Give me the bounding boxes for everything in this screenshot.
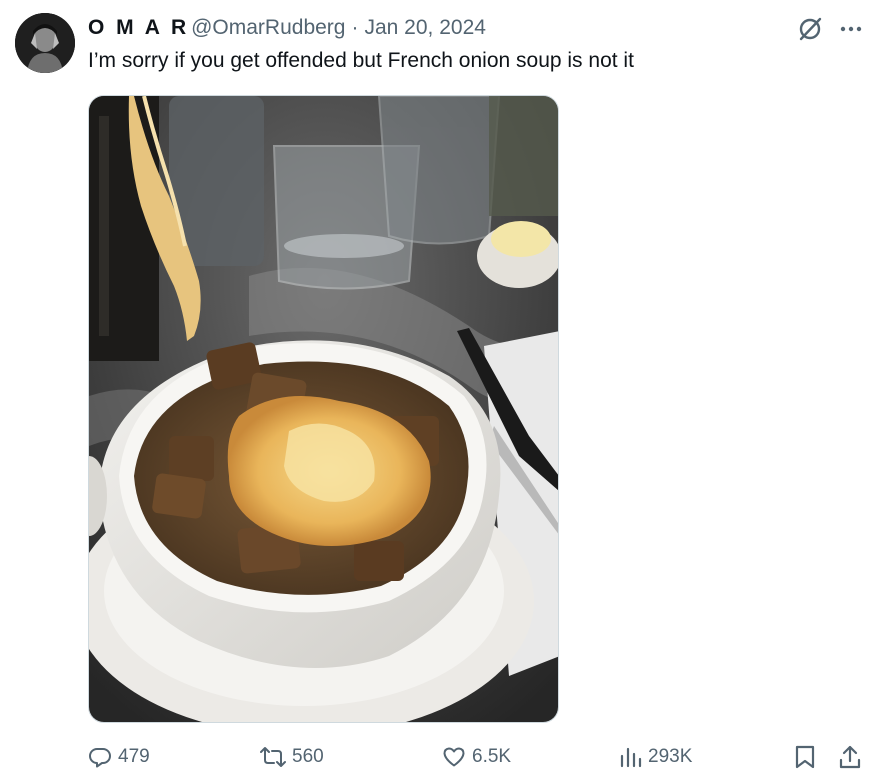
avatar[interactable]: [15, 13, 75, 73]
tweet: O M A R @OmarRudberg · Jan 20, 2024 I’m …: [0, 0, 882, 781]
like-count: 6.5K: [472, 746, 512, 767]
share-icon: [838, 744, 862, 770]
views-icon: [618, 745, 642, 769]
bookmark-button[interactable]: [794, 740, 816, 774]
tweet-date[interactable]: Jan 20, 2024: [364, 16, 485, 40]
tweet-photo[interactable]: [88, 95, 559, 723]
heart-icon: [442, 745, 466, 769]
reply-icon: [88, 745, 112, 769]
separator-dot: ·: [351, 16, 359, 39]
tweet-header: O M A R @OmarRudberg · Jan 20, 2024: [88, 14, 486, 42]
user-handle[interactable]: @OmarRudberg: [191, 16, 345, 40]
reply-button[interactable]: 479: [88, 740, 150, 774]
more-icon[interactable]: [836, 15, 866, 43]
reply-count: 479: [118, 746, 150, 767]
views-count: 293K: [648, 746, 693, 767]
retweet-count: 560: [292, 746, 324, 767]
retweet-button[interactable]: 560: [260, 740, 324, 774]
bookmark-icon: [794, 744, 816, 770]
like-button[interactable]: 6.5K: [442, 740, 511, 774]
tweet-text: I’m sorry if you get offended but French…: [88, 49, 634, 72]
action-bar: 479 560 6.5K 293K: [0, 740, 882, 774]
grok-icon[interactable]: [796, 15, 824, 43]
retweet-icon: [260, 745, 286, 769]
views-button[interactable]: 293K: [618, 740, 692, 774]
display-name[interactable]: O M A R: [88, 16, 189, 40]
share-button[interactable]: [838, 740, 862, 774]
